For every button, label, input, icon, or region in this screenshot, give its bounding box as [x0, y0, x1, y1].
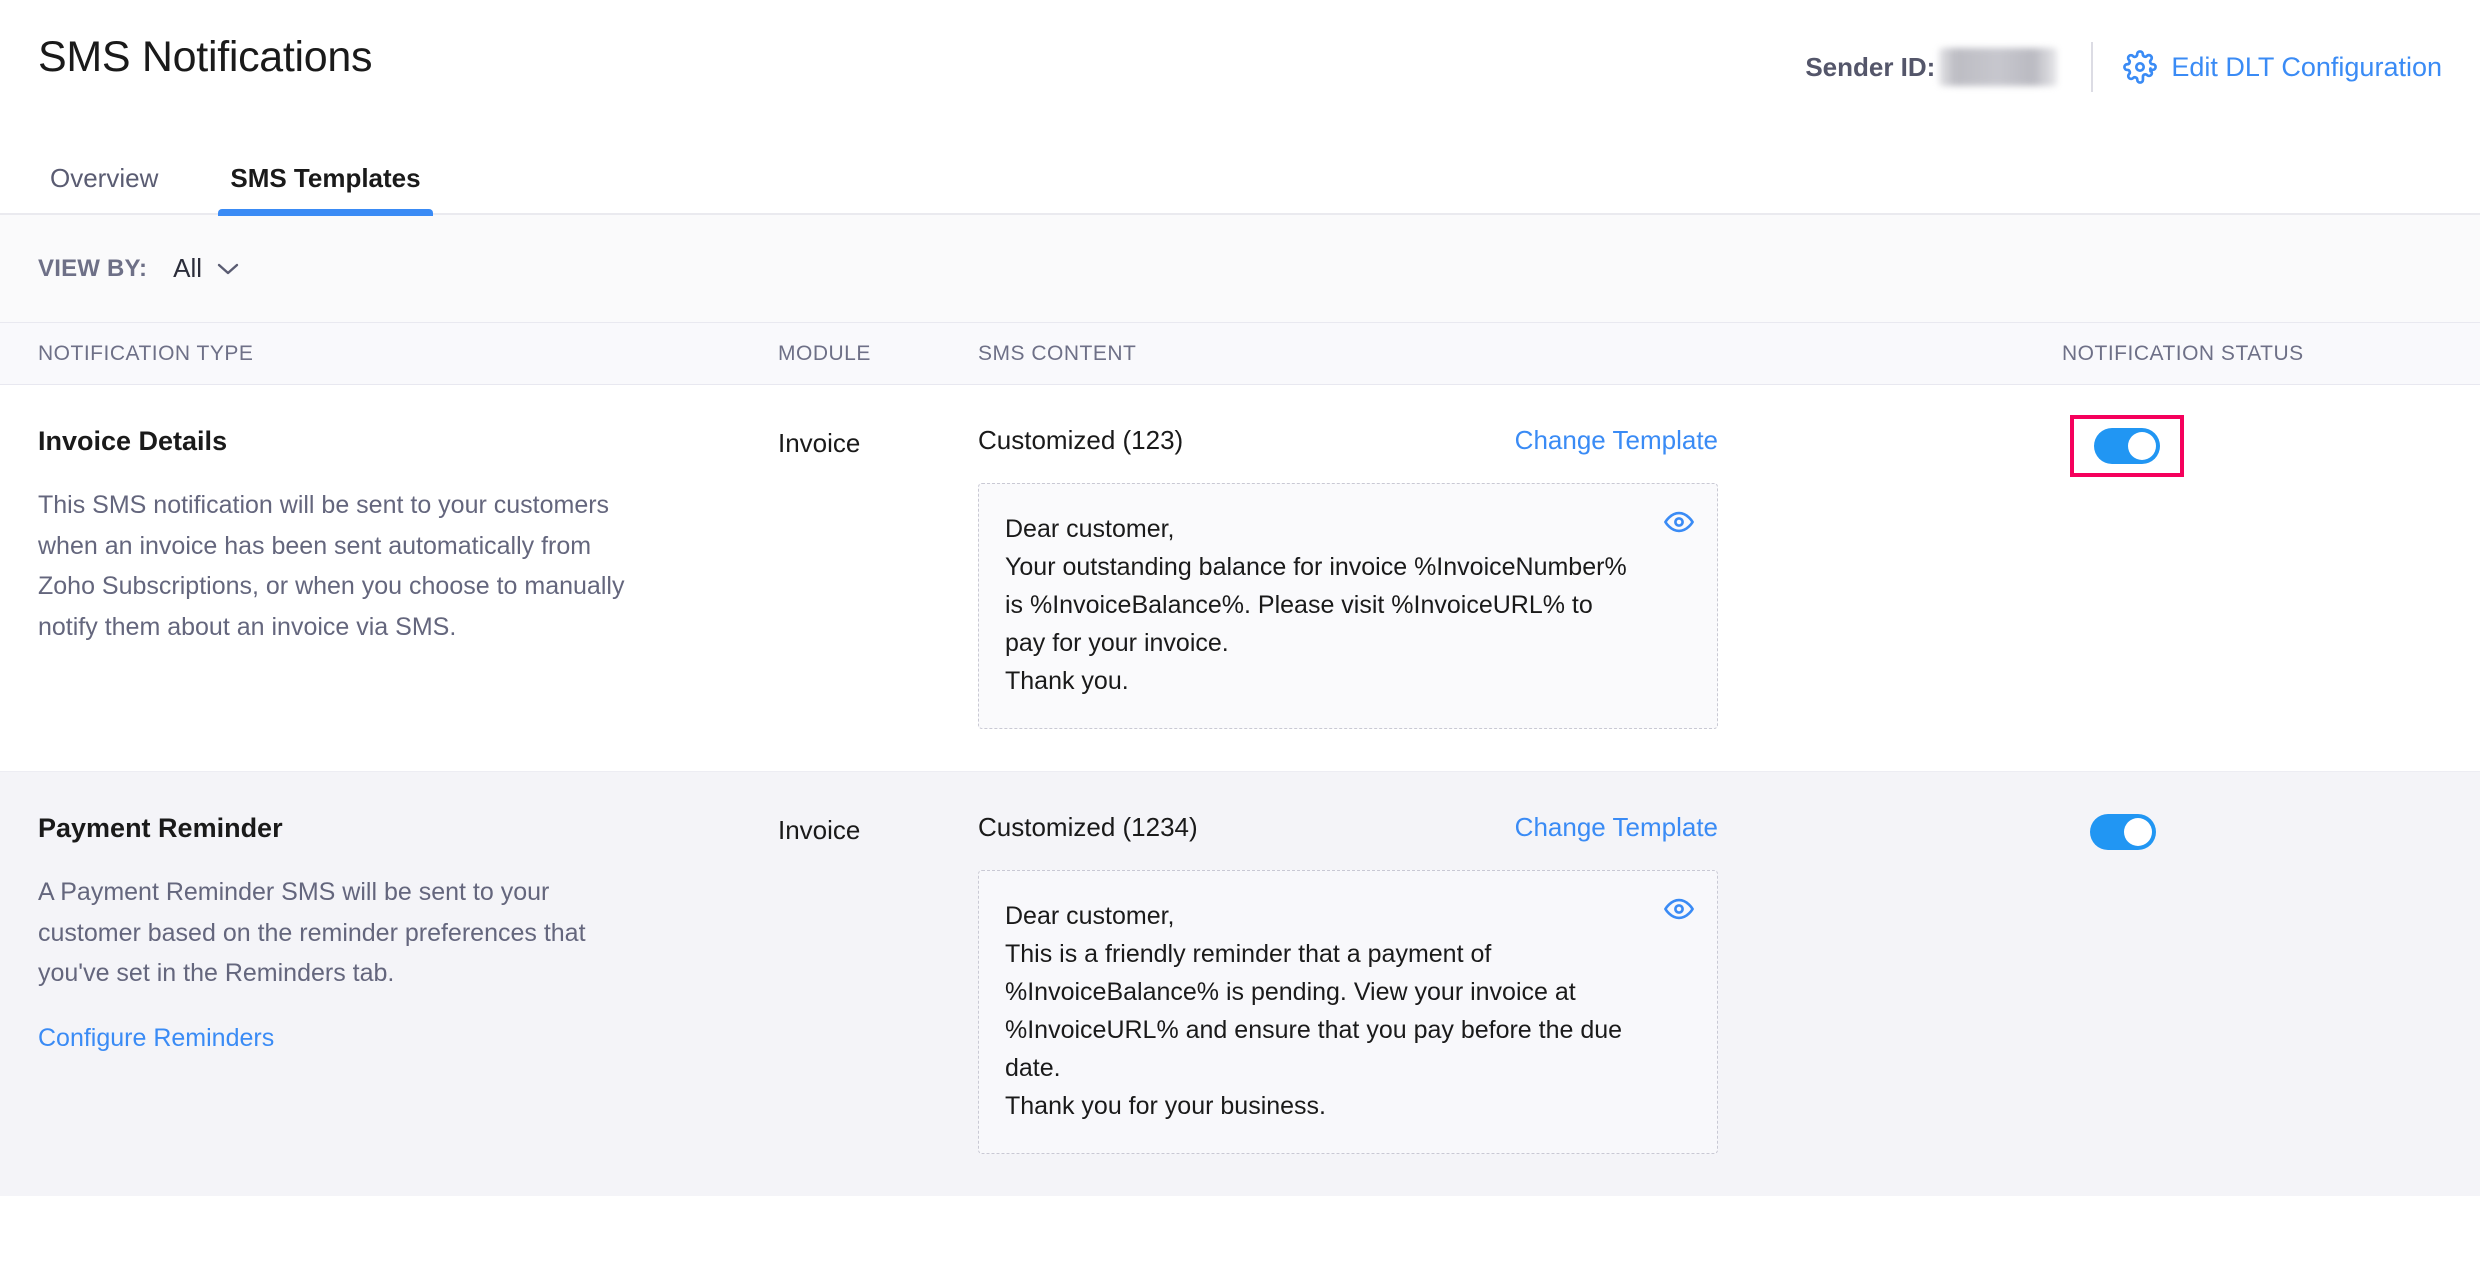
notification-type-cell: Payment Reminder A Payment Reminder SMS …	[38, 810, 778, 1154]
sms-preview-box: Dear customer, This is a friendly remind…	[978, 870, 1718, 1154]
tab-bar: Overview SMS Templates	[0, 140, 2480, 215]
view-by-selected-value: All	[173, 253, 202, 284]
sms-content-header: Customized (1234) Change Template	[978, 812, 1718, 843]
change-template-button[interactable]: Change Template	[1515, 425, 1718, 456]
sms-content-cell: Customized (1234) Change Template Dear c…	[978, 810, 2062, 1154]
change-template-button[interactable]: Change Template	[1515, 812, 1718, 843]
table-row: Payment Reminder A Payment Reminder SMS …	[0, 771, 2480, 1196]
page-header: SMS Notifications Sender ID: Edit DLT Co…	[0, 0, 2480, 140]
sender-id-label: Sender ID:	[1805, 52, 1935, 83]
column-header-notification-type: NOTIFICATION TYPE	[38, 342, 778, 366]
notification-status-cell	[2062, 810, 2442, 1154]
column-header-module: MODULE	[778, 342, 978, 366]
gear-icon	[2123, 50, 2157, 84]
sms-content-label: Customized (123)	[978, 425, 1183, 456]
notification-type-description: This SMS notification will be sent to yo…	[38, 485, 628, 647]
tab-sms-templates[interactable]: SMS Templates	[218, 163, 432, 213]
toggle-knob	[2124, 818, 2152, 846]
tab-overview[interactable]: Overview	[38, 163, 170, 213]
column-header-sms-content: SMS CONTENT	[978, 342, 2062, 366]
eye-icon[interactable]	[1663, 893, 1695, 925]
toggle-knob	[2128, 432, 2156, 460]
sms-notifications-page: SMS Notifications Sender ID: Edit DLT Co…	[0, 0, 2480, 1274]
notification-type-cell: Invoice Details This SMS notification wi…	[38, 423, 778, 729]
status-toggle-highlight	[2070, 415, 2184, 477]
sms-template-text: Dear customer, This is a friendly remind…	[1005, 897, 1637, 1125]
sender-id: Sender ID:	[1805, 48, 2057, 86]
notification-type-name: Payment Reminder	[38, 813, 778, 844]
module-cell: Invoice	[778, 810, 978, 1154]
filter-bar: VIEW BY: All	[0, 215, 2480, 323]
notification-type-name: Invoice Details	[38, 426, 778, 457]
header-divider	[2091, 42, 2093, 92]
sender-id-value-redacted	[1939, 48, 2057, 86]
notification-type-description: A Payment Reminder SMS will be sent to y…	[38, 872, 628, 994]
view-by-dropdown[interactable]: All	[173, 253, 239, 284]
header-actions: Sender ID: Edit DLT Configuration	[1805, 42, 2442, 92]
sms-content-label: Customized (1234)	[978, 812, 1198, 843]
sms-content-cell: Customized (123) Change Template Dear cu…	[978, 423, 2062, 729]
notification-status-cell	[2062, 423, 2442, 729]
sms-template-text: Dear customer, Your outstanding balance …	[1005, 510, 1637, 700]
configure-reminders-link[interactable]: Configure Reminders	[38, 1024, 274, 1053]
table-row: Invoice Details This SMS notification wi…	[0, 385, 2480, 771]
sms-content-header: Customized (123) Change Template	[978, 425, 1718, 456]
module-cell: Invoice	[778, 423, 978, 729]
table-header-row: NOTIFICATION TYPE MODULE SMS CONTENT NOT…	[0, 323, 2480, 385]
module-name: Invoice	[778, 815, 978, 846]
notification-status-toggle[interactable]	[2090, 814, 2156, 850]
column-header-notification-status: NOTIFICATION STATUS	[2062, 342, 2442, 366]
edit-dlt-configuration-label: Edit DLT Configuration	[2171, 52, 2442, 83]
notification-status-toggle[interactable]	[2094, 428, 2160, 464]
edit-dlt-configuration-button[interactable]: Edit DLT Configuration	[2123, 50, 2442, 84]
chevron-down-icon	[217, 262, 239, 276]
sms-preview-box: Dear customer, Your outstanding balance …	[978, 483, 1718, 729]
page-title: SMS Notifications	[38, 33, 372, 82]
module-name: Invoice	[778, 428, 978, 459]
eye-icon[interactable]	[1663, 506, 1695, 538]
view-by-label: VIEW BY:	[38, 255, 147, 283]
